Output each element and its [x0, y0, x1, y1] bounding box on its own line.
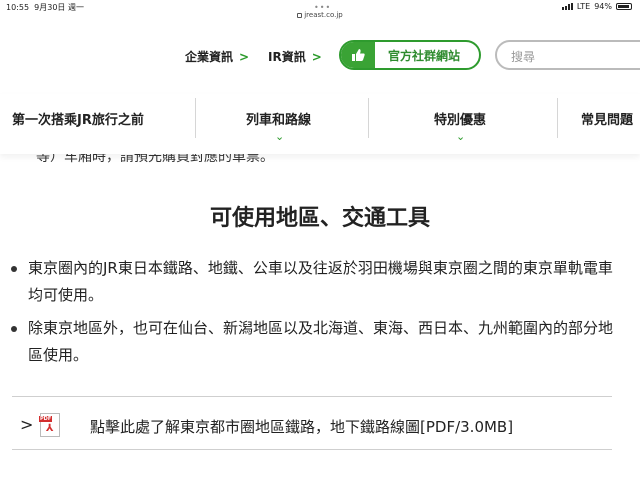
chevron-down-icon: ⌄: [275, 130, 285, 143]
nav-item-label: 常見問題: [581, 113, 634, 128]
pdf-link-text: 點擊此處了解東京都市圈地區鐵路，地下鐵路線圖[PDF/3.0MB]: [90, 418, 514, 436]
nav-item-first-time[interactable]: 第一次搭乘JR旅行之前: [0, 94, 195, 154]
nav-item-label: 列車和路線: [246, 113, 312, 128]
lock-icon: [297, 12, 303, 18]
chevron-down-icon: ⌄: [456, 130, 466, 143]
usage-area-list: 東京圈內的JR東日本鐵路、地鐵、公車以及往返於羽田機場與東京圈之間的東京單軌電車…: [10, 255, 625, 375]
thumbs-up-icon: [341, 42, 375, 68]
pdf-map-link[interactable]: > PDF ⅄ 點擊此處了解東京都市圈地區鐵路，地下鐵路線圖[PDF/3.0MB…: [12, 405, 612, 449]
main-nav: 第一次搭乘JR旅行之前 列車和路線 ⌄ 特別優惠 ⌄ 常見問題: [0, 94, 640, 154]
chevron-right-icon: >: [239, 50, 250, 64]
site-header: 企業資訊 > IR資訊 > 官方社群網站 搜尋: [0, 24, 640, 94]
nav-item-trains-routes[interactable]: 列車和路線 ⌄: [196, 94, 368, 154]
list-item: 東京圈內的JR東日本鐵路、地鐵、公車以及往返於羽田機場與東京圈之間的東京單軌電車…: [10, 255, 625, 309]
social-media-button[interactable]: 官方社群網站: [339, 40, 481, 70]
network-label: LTE: [576, 2, 591, 11]
nav-item-special-offers[interactable]: 特別優惠 ⌄: [369, 94, 557, 154]
nav-item-label: 特別優惠: [434, 113, 487, 128]
search-placeholder: 搜尋: [511, 50, 536, 64]
search-input[interactable]: 搜尋: [495, 40, 640, 70]
status-indicators: LTE 94%: [561, 2, 632, 11]
corporate-info-link[interactable]: 企業資訊 >: [185, 48, 249, 65]
divider: [12, 449, 612, 450]
main-content: 等）车廂時，請預先購買對應的車票。 可使用地區、交通工具 東京圈內的JR東日本鐵…: [0, 140, 640, 480]
nav-item-label: 第一次搭乘JR旅行之前: [12, 113, 144, 128]
divider: [12, 396, 612, 397]
social-button-label: 官方社群網站: [388, 49, 461, 63]
signal-icon: [561, 3, 573, 10]
chevron-right-icon: >: [311, 50, 322, 64]
nav-item-faq[interactable]: 常見問題: [558, 94, 640, 154]
list-item: 除東京地區外，也可在仙台、新潟地區以及北海道、東海、西日本、九州範圍內的部分地區…: [10, 315, 625, 369]
pdf-icon: PDF ⅄: [39, 413, 60, 437]
ir-info-link[interactable]: IR資訊 >: [268, 48, 322, 65]
section-title: 可使用地區、交通工具: [209, 206, 430, 231]
battery-icon: [616, 3, 632, 10]
url-text: jreast.co.jp: [304, 11, 343, 19]
status-bar: 10:55 9月30日 週一 ••• jreast.co.jp LTE 94%: [0, 0, 640, 24]
chevron-right-icon: >: [20, 415, 34, 434]
pdf-badge: PDF: [39, 416, 53, 422]
address-bar[interactable]: jreast.co.jp: [0, 11, 640, 19]
battery-percent: 94%: [594, 2, 612, 11]
